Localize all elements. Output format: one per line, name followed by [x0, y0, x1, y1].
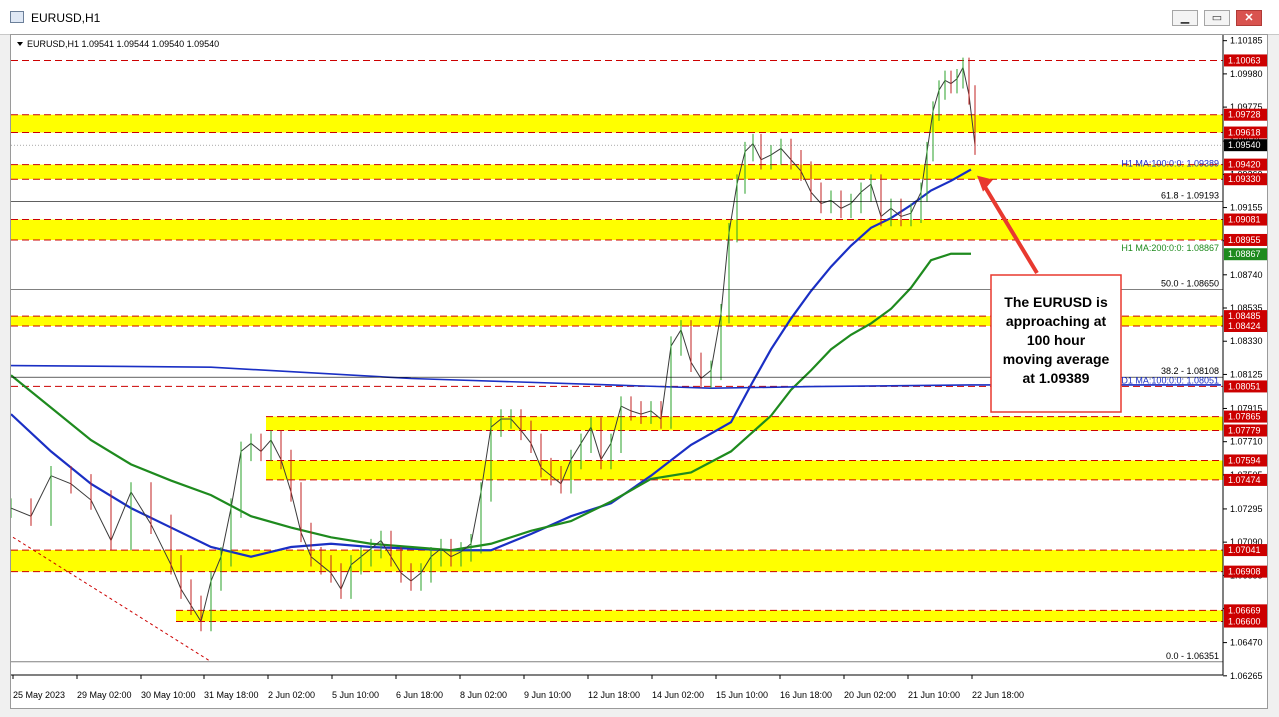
price-chart[interactable]: 61.8 - 1.0919350.0 - 1.0865038.2 - 1.081…	[11, 35, 1267, 708]
zone-band	[11, 114, 1223, 133]
zone-band	[11, 550, 1223, 572]
time-tick-label: 16 Jun 18:00	[780, 690, 832, 700]
price-line	[11, 65, 976, 623]
fib-level-label: 50.0 - 1.08650	[1161, 278, 1219, 288]
price-label: 1.10063	[1228, 55, 1261, 65]
price-label: 1.09081	[1228, 215, 1261, 225]
price-tick-label: 1.06470	[1230, 638, 1263, 648]
price-label: 1.06600	[1228, 617, 1261, 627]
price-tick-label: 1.09155	[1230, 203, 1263, 213]
price-tick-label: 1.07710	[1230, 437, 1263, 447]
price-label: 1.06669	[1228, 605, 1261, 615]
callout-text-line: 100 hour	[1027, 332, 1086, 348]
price-label: 1.08867	[1228, 249, 1261, 259]
callout-text-line: moving average	[1003, 351, 1110, 367]
price-label: 1.09728	[1228, 110, 1261, 120]
time-tick-label: 15 Jun 10:00	[716, 690, 768, 700]
chart-window[interactable]: 61.8 - 1.09193 50.0 - 1.08650 38.2 - 1.081…	[10, 34, 1268, 709]
ma100-label: H1 MA:100:0:0: 1.09389	[1121, 159, 1219, 169]
time-tick-label: 12 Jun 18:00	[588, 690, 640, 700]
price-label: 1.07865	[1228, 412, 1261, 422]
zone-band	[11, 219, 1223, 240]
price-tick-label: 1.06265	[1230, 671, 1263, 681]
price-axis: 1.101851.099801.097751.095651.093601.091…	[1223, 36, 1267, 681]
time-tick-label: 22 Jun 18:00	[972, 690, 1024, 700]
window-title: EURUSD,H1	[31, 11, 101, 25]
d1-ma-label: D1 MA:100:0:0: 1.08051	[1121, 375, 1219, 385]
zone-band	[266, 416, 1223, 431]
price-label: 1.09618	[1228, 128, 1261, 138]
price-label: 1.09540	[1228, 140, 1261, 150]
time-tick-label: 6 Jun 18:00	[396, 690, 443, 700]
time-tick-label: 25 May 2023	[13, 690, 65, 700]
zone-band	[11, 164, 1223, 180]
time-tick-label: 8 Jun 02:00	[460, 690, 507, 700]
price-label: 1.09330	[1228, 174, 1261, 184]
ma200-label: H1 MA:200:0:0: 1.08867	[1121, 243, 1219, 253]
time-tick-label: 30 May 10:00	[141, 690, 196, 700]
price-tick-label: 1.07295	[1230, 504, 1263, 514]
window-titlebar: EURUSD,H1 ▁ ▭ ✕	[0, 0, 1279, 35]
symbol-ohlc-line: EURUSD,H1 1.09541 1.09544 1.09540 1.0954…	[27, 39, 219, 49]
callout-text-line: at 1.09389	[1023, 370, 1090, 386]
price-label: 1.08955	[1228, 235, 1261, 245]
fib-level-label: 0.0 - 1.06351	[1166, 651, 1219, 661]
price-label: 1.09420	[1228, 160, 1261, 170]
price-tick-label: 1.09980	[1230, 69, 1263, 79]
time-tick-label: 9 Jun 10:00	[524, 690, 571, 700]
dropdown-triangle-icon[interactable]	[17, 42, 23, 46]
callout-text-line: The EURUSD is	[1004, 294, 1108, 310]
price-label: 1.07594	[1228, 455, 1261, 465]
price-tick-label: 1.08330	[1230, 336, 1263, 346]
price-tick-label: 1.08740	[1230, 270, 1263, 280]
price-label: 1.08424	[1228, 321, 1261, 331]
price-label: 1.07041	[1228, 545, 1261, 555]
price-tick-label: 1.10185	[1230, 36, 1263, 46]
time-axis: 25 May 2023 29 May 02:00 30 May 10:00 31 Ma…	[12, 675, 1024, 700]
close-button[interactable]: ✕	[1236, 10, 1262, 26]
price-label: 1.07779	[1228, 426, 1261, 436]
time-tick-label: 31 May 18:00	[204, 690, 259, 700]
price-label: 1.07474	[1228, 475, 1261, 485]
ma200-line	[11, 252, 971, 552]
minimize-button[interactable]: ▁	[1172, 10, 1198, 26]
fib-level-label: 61.8 - 1.09193	[1161, 190, 1219, 200]
price-label: 1.08051	[1228, 381, 1261, 391]
zone-band	[176, 610, 1223, 622]
chart-window-icon	[10, 11, 24, 23]
time-tick-label: 21 Jun 10:00	[908, 690, 960, 700]
time-tick-label: 20 Jun 02:00	[844, 690, 896, 700]
callout: The EURUSD is approaching at 100 hour movin…	[977, 175, 1122, 413]
time-tick-label: 14 Jun 02:00	[652, 690, 704, 700]
price-label: 1.06908	[1228, 567, 1261, 577]
time-tick-label: 29 May 02:00	[77, 690, 132, 700]
time-tick-label: 5 Jun 10:00	[332, 690, 379, 700]
zone-band	[266, 460, 1223, 480]
callout-text-line: approaching at	[1006, 313, 1107, 329]
chart-legend: EURUSD,H1 1.09541 1.09544 1.09540 1.0954…	[17, 39, 219, 49]
price-tick-label: 1.08125	[1230, 369, 1263, 379]
price-label: 1.08485	[1228, 311, 1261, 321]
time-tick-label: 2 Jun 02:00	[268, 690, 315, 700]
restore-button[interactable]: ▭	[1204, 10, 1230, 26]
